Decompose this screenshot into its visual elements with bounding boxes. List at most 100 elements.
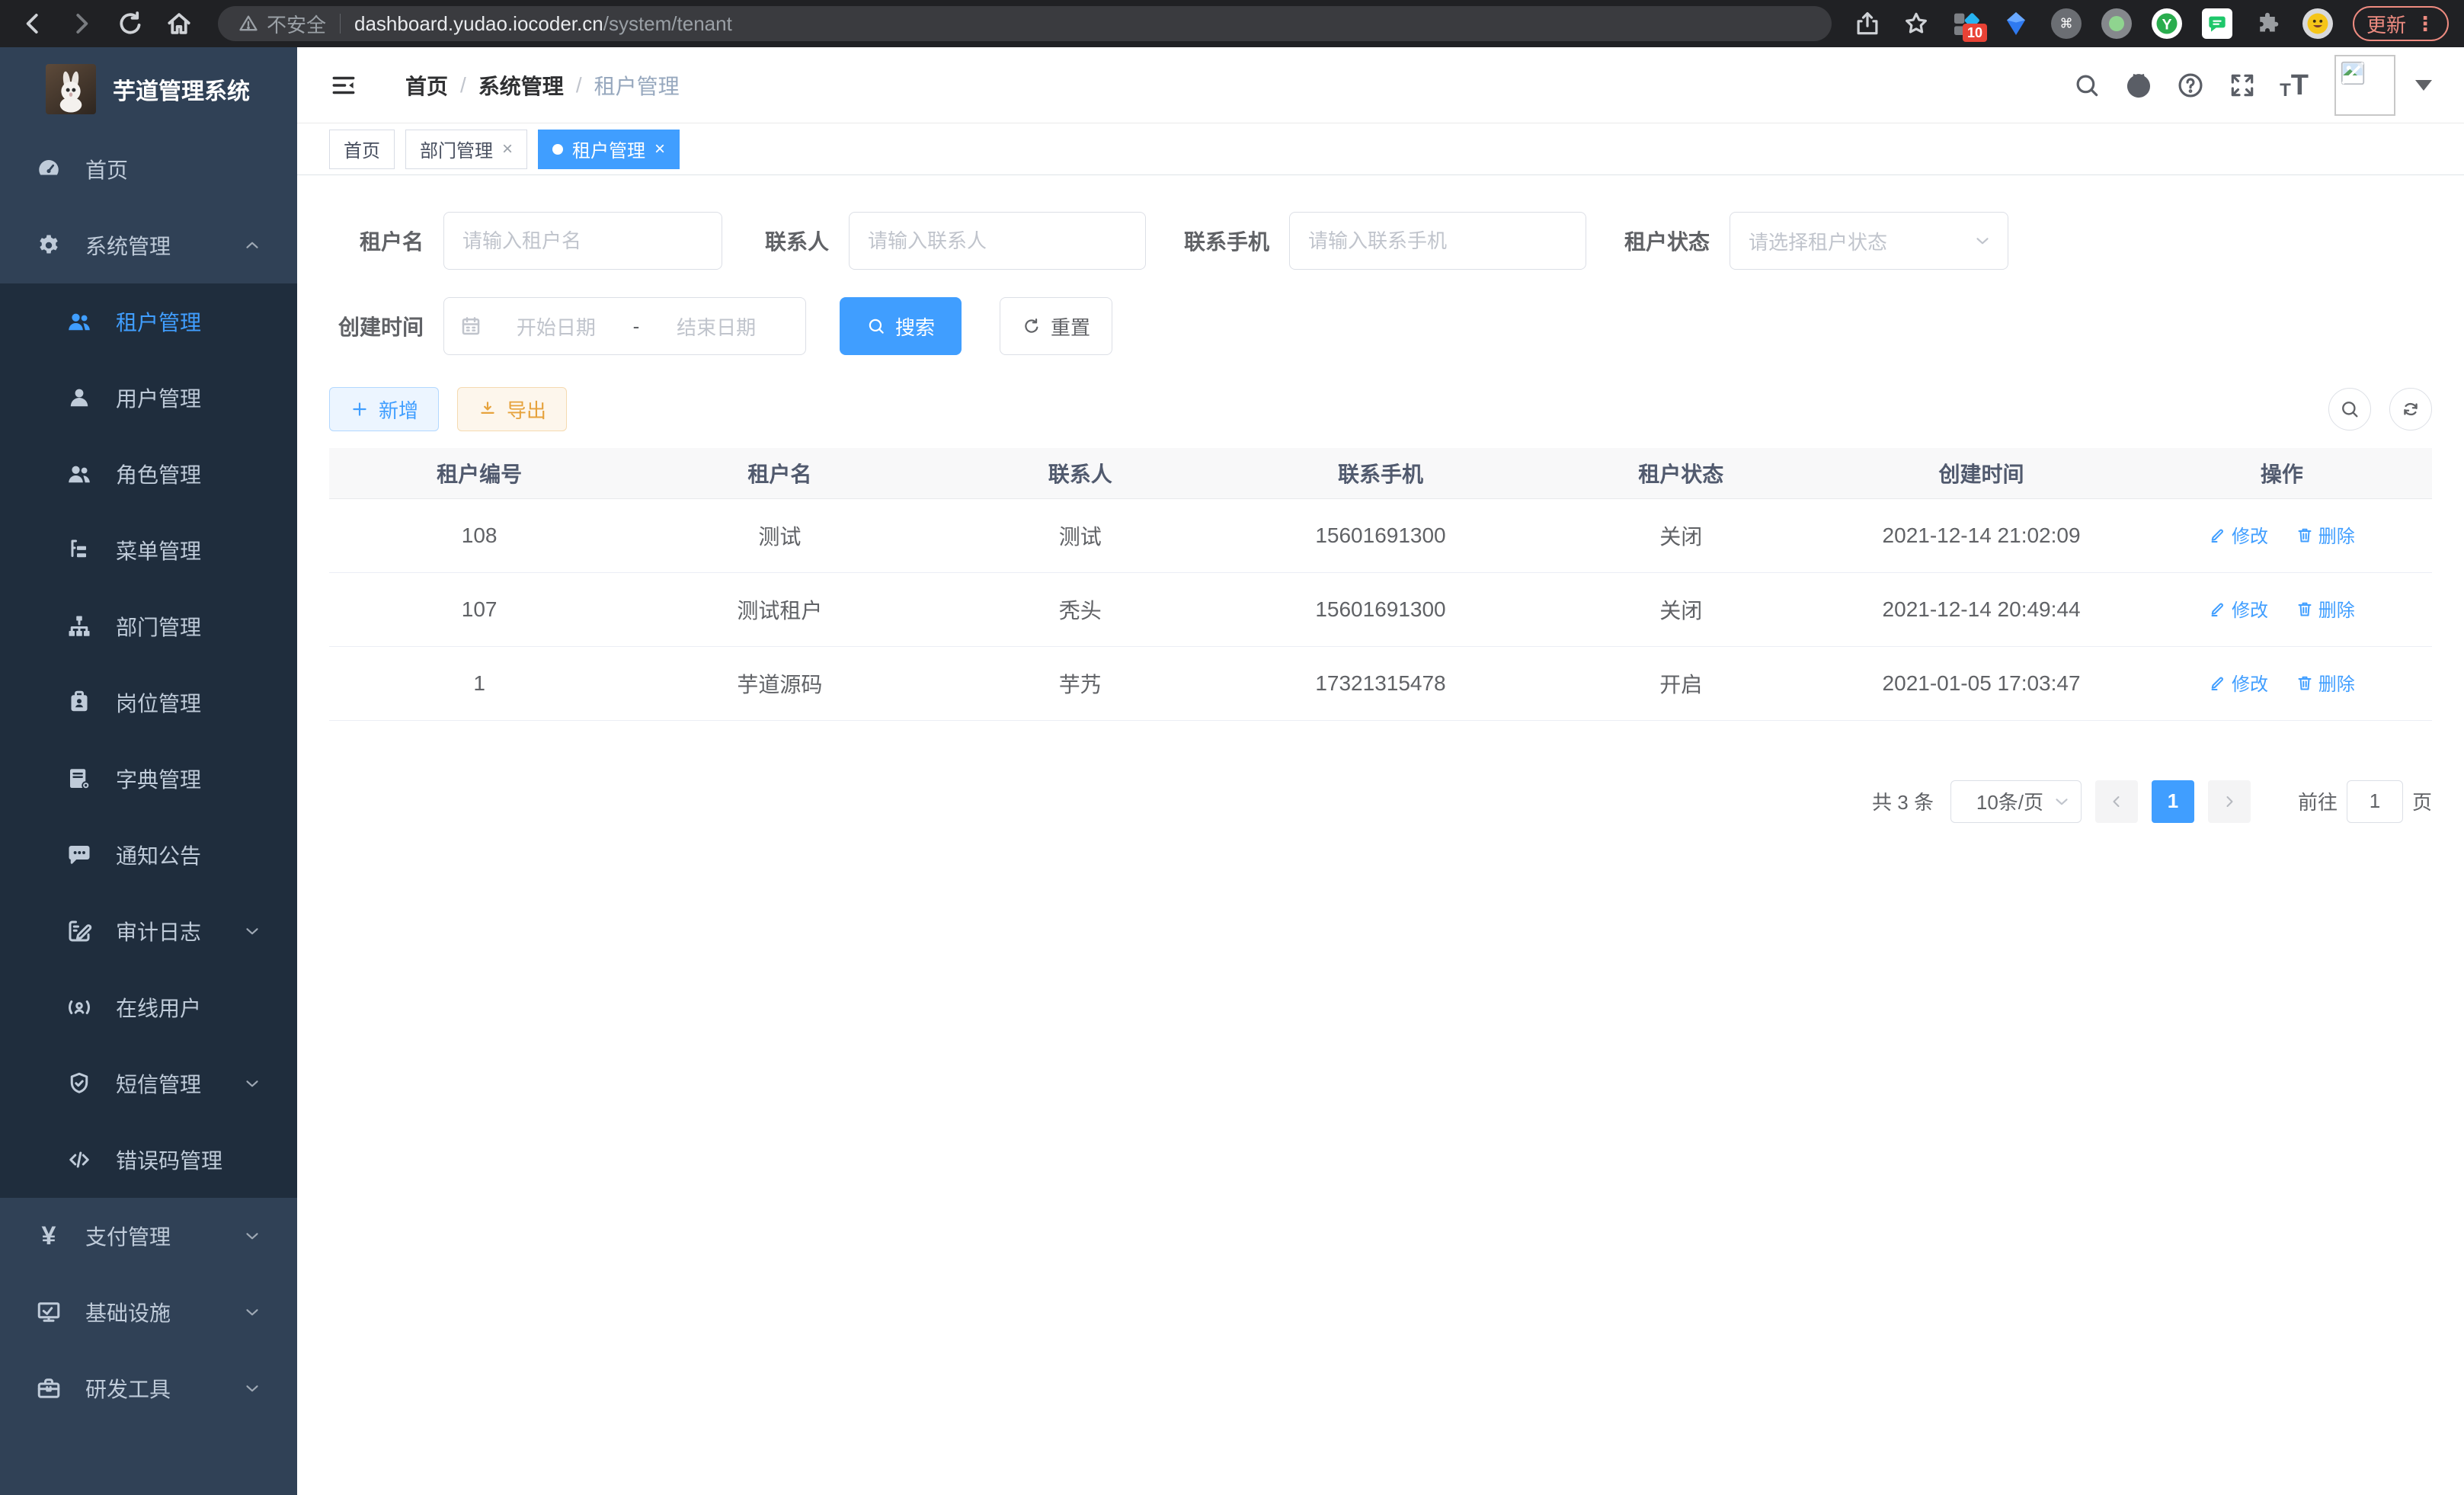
- tenant-table: 租户编号 租户名 联系人 联系手机 租户状态 创建时间 操作 108 测试 测试…: [329, 448, 2432, 721]
- tag-close-icon[interactable]: ×: [654, 139, 665, 160]
- sidebar-item-pay[interactable]: ¥ 支付管理: [0, 1198, 297, 1274]
- home-icon[interactable]: [165, 9, 194, 38]
- cell-contact: 秃头: [930, 572, 1230, 646]
- date-range-picker[interactable]: 开始日期 - 结束日期: [443, 297, 806, 355]
- avatar[interactable]: [2334, 55, 2395, 116]
- sidebar-item-post[interactable]: 岗位管理: [0, 664, 297, 741]
- sidebar-item-role[interactable]: 角色管理: [0, 436, 297, 512]
- cell-mobile: 15601691300: [1230, 572, 1531, 646]
- sidebar-item-label: 支付管理: [85, 1221, 171, 1251]
- extension-command-icon[interactable]: ⌘: [2051, 8, 2082, 39]
- cell-status: 开启: [1531, 646, 1831, 720]
- tenant-name-input[interactable]: [443, 212, 722, 270]
- online-icon: [66, 994, 93, 1021]
- breadcrumb-system[interactable]: 系统管理: [478, 70, 564, 101]
- extension-badge: 10: [1963, 24, 1987, 42]
- sidebar-item-home[interactable]: 首页: [0, 131, 297, 207]
- contact-input[interactable]: [849, 212, 1146, 270]
- browser-menu-icon[interactable]: ⋮: [2415, 12, 2435, 36]
- goto-page-input[interactable]: [2347, 780, 2403, 823]
- avatar-caret-icon[interactable]: [2415, 80, 2432, 91]
- sidebar-item-audit-log[interactable]: 审计日志: [0, 893, 297, 969]
- sidebar-collapse-icon[interactable]: [329, 71, 358, 100]
- sidebar-item-label: 系统管理: [85, 230, 171, 261]
- tag-dept[interactable]: 部门管理 ×: [405, 130, 527, 169]
- edit-pencil-icon: [2209, 600, 2227, 618]
- search-button[interactable]: 搜索: [840, 297, 962, 355]
- edit-link[interactable]: 修改: [2209, 669, 2268, 696]
- forward-icon[interactable]: [67, 9, 96, 38]
- delete-link[interactable]: 删除: [2296, 521, 2355, 548]
- extension-chat-icon[interactable]: [2202, 8, 2232, 39]
- prev-page-button[interactable]: [2095, 780, 2138, 823]
- sidebar-item-error-code[interactable]: 错误码管理: [0, 1122, 297, 1198]
- sidebar-item-online-user[interactable]: 在线用户: [0, 969, 297, 1045]
- total-count: 共 3 条: [1872, 787, 1934, 815]
- breadcrumb-home[interactable]: 首页: [405, 70, 448, 101]
- hide-search-button[interactable]: [2328, 388, 2371, 431]
- extension-y-icon[interactable]: Y: [2152, 8, 2182, 39]
- github-icon[interactable]: [2124, 71, 2153, 100]
- page-size-label: 10条/页: [1968, 787, 2052, 815]
- extension-pin-icon[interactable]: [2001, 8, 2031, 39]
- extension-monkey-icon[interactable]: 10: [1950, 8, 1981, 39]
- back-icon[interactable]: [18, 9, 47, 38]
- current-page-button[interactable]: 1: [2152, 780, 2194, 823]
- sidebar-item-sms[interactable]: 短信管理: [0, 1045, 297, 1122]
- status-select[interactable]: 请选择租户状态: [1730, 212, 2008, 270]
- search-icon[interactable]: [2072, 71, 2101, 100]
- add-button[interactable]: 新增: [329, 387, 439, 431]
- tag-close-icon[interactable]: ×: [502, 139, 513, 160]
- delete-link[interactable]: 删除: [2296, 595, 2355, 622]
- delete-link[interactable]: 删除: [2296, 669, 2355, 696]
- tag-label: 首页: [344, 136, 380, 162]
- help-icon[interactable]: [2176, 71, 2205, 100]
- sidebar-item-label: 菜单管理: [116, 535, 201, 565]
- table-header-row: 租户编号 租户名 联系人 联系手机 租户状态 创建时间 操作: [329, 448, 2432, 498]
- share-icon[interactable]: [1853, 9, 1882, 38]
- col-mobile: 联系手机: [1230, 448, 1531, 498]
- export-button[interactable]: 导出: [457, 387, 567, 431]
- mobile-input[interactable]: [1289, 212, 1586, 270]
- reset-button[interactable]: 重置: [1000, 297, 1112, 355]
- reload-icon[interactable]: [116, 9, 145, 38]
- cell-actions: 修改 删除: [2132, 572, 2432, 646]
- fullscreen-icon[interactable]: [2228, 71, 2257, 100]
- extension-puzzle-icon[interactable]: [2252, 8, 2283, 39]
- bookmark-star-icon[interactable]: [1902, 9, 1931, 38]
- tag-tenant-active[interactable]: 租户管理 ×: [538, 130, 680, 169]
- sidebar-item-menu[interactable]: 菜单管理: [0, 512, 297, 588]
- cell-created: 2021-12-14 20:49:44: [1831, 572, 2131, 646]
- next-page-button[interactable]: [2208, 780, 2251, 823]
- extension-smiley-icon[interactable]: [2302, 8, 2333, 39]
- breadcrumb-current: 租户管理: [594, 70, 680, 101]
- app-title: 芋道管理系统: [113, 72, 250, 106]
- sidebar-item-dev-tools[interactable]: 研发工具: [0, 1350, 297, 1426]
- tag-home[interactable]: 首页: [329, 130, 395, 169]
- user-icon: [66, 384, 93, 411]
- address-bar[interactable]: 不安全 dashboard.yudao.iocoder.cn/system/te…: [218, 6, 1832, 41]
- refresh-table-button[interactable]: [2389, 388, 2432, 431]
- font-size-icon[interactable]: TT: [2280, 71, 2309, 100]
- col-tenant-name: 租户名: [629, 448, 930, 498]
- sidebar-item-dept[interactable]: 部门管理: [0, 588, 297, 664]
- sidebar-item-infra[interactable]: 基础设施: [0, 1274, 297, 1350]
- edit-link[interactable]: 修改: [2209, 521, 2268, 548]
- toolbox-icon: [35, 1375, 62, 1402]
- sidebar: 芋道管理系统 首页 系统管理 租户管理 用户管理 角色管理 菜单管理 部门管理: [0, 47, 297, 1495]
- sidebar-item-tenant[interactable]: 租户管理: [0, 283, 297, 360]
- sidebar-item-system[interactable]: 系统管理: [0, 207, 297, 283]
- page-size-select[interactable]: 10条/页: [1950, 780, 2082, 823]
- edit-link[interactable]: 修改: [2209, 595, 2268, 622]
- sidebar-item-notice[interactable]: 通知公告: [0, 817, 297, 893]
- browser-update-button[interactable]: 更新 ⋮: [2353, 6, 2449, 41]
- sidebar-logo-row[interactable]: 芋道管理系统: [0, 47, 297, 131]
- sidebar-item-user[interactable]: 用户管理: [0, 360, 297, 436]
- cell-status: 关闭: [1531, 498, 1831, 572]
- sidebar-item-dict[interactable]: 字典管理: [0, 741, 297, 817]
- extension-dot-icon[interactable]: [2101, 8, 2132, 39]
- app-logo: [46, 64, 96, 114]
- cell-name: 测试: [629, 498, 930, 572]
- dict-icon: [66, 765, 93, 792]
- security-label: 不安全: [267, 10, 326, 38]
